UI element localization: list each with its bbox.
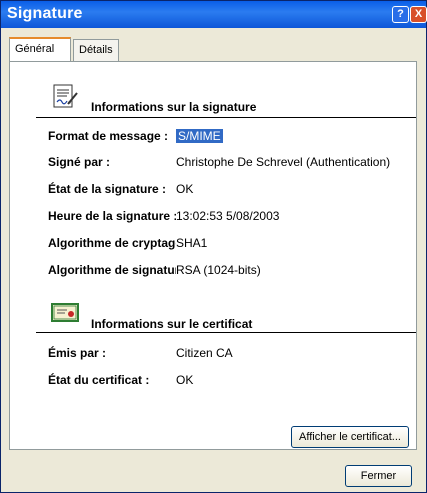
title-bar[interactable]: Signature ? X [1, 1, 427, 28]
tab-panel-general: Informations sur la signature Format de … [9, 61, 417, 450]
signature-algorithm-value: RSA (1024-bits) [176, 263, 261, 277]
signed-by-value: Christophe De Schrevel (Authentication) [176, 155, 391, 169]
field-label: État du certificat : [48, 373, 150, 387]
field-label: Algorithme de cryptage : [48, 236, 176, 250]
issued-by-value: Citizen CA [176, 346, 233, 360]
certificate-status-value: OK [176, 373, 194, 387]
field-label: Émis par : [48, 346, 107, 360]
field-label: Signé par : [48, 155, 111, 169]
signature-section-title: Informations sur la signature [91, 100, 257, 114]
tab-details[interactable]: Détails [73, 39, 119, 61]
view-certificate-button[interactable]: Afficher le certificat... [291, 426, 409, 448]
message-format-value[interactable]: S/MIME [176, 129, 223, 143]
certificate-icon [51, 299, 79, 325]
document-signature-icon [51, 84, 79, 110]
close-button[interactable]: Fermer [345, 465, 412, 487]
signature-section-header: Informations sur la signature [36, 78, 416, 118]
window-title: Signature [7, 5, 83, 22]
close-window-button[interactable]: X [410, 6, 427, 23]
hash-algorithm-value: SHA1 [176, 236, 208, 250]
field-label: État de la signature : [48, 182, 167, 196]
help-button[interactable]: ? [392, 6, 409, 23]
signature-status-value: OK [176, 182, 194, 196]
certificate-section-title: Informations sur le certificat [91, 317, 253, 331]
field-label: Algorithme de signature : [48, 263, 176, 277]
field-label: Format de message : [48, 129, 169, 143]
certificate-section-header: Informations sur le certificat [36, 293, 416, 333]
signature-info-box: Informations sur la signature Format de … [36, 78, 416, 387]
signature-time-value: 13:02:53 5/08/2003 [176, 209, 280, 223]
tab-general[interactable]: Général [9, 37, 71, 61]
signature-dialog: Signature ? X Général Détails Informatio… [0, 0, 427, 493]
field-label: Heure de la signature : [48, 209, 176, 223]
